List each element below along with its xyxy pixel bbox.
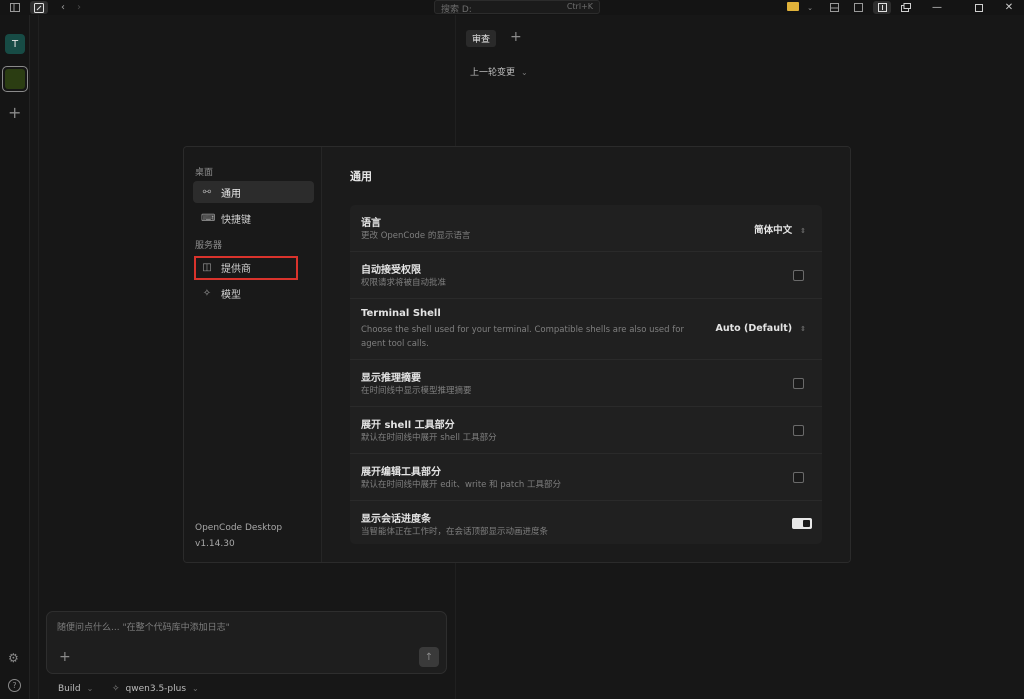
setting-row-expand-shell: 展开 shell 工具部分 默认在时间线中展开 shell 工具部分	[350, 407, 822, 454]
setting-desc: 默认在时间线中展开 edit、write 和 patch 工具部分	[361, 480, 561, 490]
sparkle-icon: ✧	[202, 287, 212, 299]
model-selector[interactable]: ✧ qwen3.5-plus ⌄	[112, 684, 199, 694]
page-title: 通用	[350, 170, 372, 183]
gear-icon[interactable]: ⚙	[8, 651, 19, 665]
project-avatar[interactable]: T	[5, 34, 25, 54]
sidebar-item-label: 通用	[221, 188, 241, 200]
setting-title: 显示会话进度条	[361, 514, 431, 525]
setting-title: 展开 shell 工具部分	[361, 420, 455, 431]
last-round-label: 上一轮变更	[470, 68, 516, 78]
setting-row-auto-accept: 自动接受权限 权限请求将被自动批准	[350, 252, 822, 299]
sparkle-icon: ✧	[112, 684, 120, 694]
chevron-down-icon: ⌄	[192, 684, 199, 693]
settings-dialog: 桌面 ⚯ 通用 ⌨ 快捷键 服务器 ◫ 提供商 ✧ 模型 OpenCode De…	[183, 146, 851, 563]
group-label-server: 服务器	[195, 241, 223, 251]
maximize-icon[interactable]	[964, 0, 994, 15]
forward-icon[interactable]: ›	[70, 1, 88, 14]
agent-label: Build	[58, 684, 81, 694]
terminal-shell-select[interactable]: Auto (Default) ⇕	[716, 323, 806, 334]
app-name: OpenCode Desktop	[195, 523, 283, 533]
agent-selector[interactable]: Build ⌄	[58, 684, 93, 694]
search-placeholder: 搜索 D:	[441, 5, 472, 15]
setting-desc: 权限请求将被自动批准	[361, 278, 447, 288]
setting-desc: 默认在时间线中展开 shell 工具部分	[361, 433, 497, 443]
updown-icon: ⇕	[800, 227, 806, 235]
sidebar-item-label: 模型	[221, 289, 241, 301]
divider	[38, 15, 39, 699]
add-project-icon[interactable]: +	[8, 103, 21, 122]
setting-title: 语言	[361, 218, 381, 229]
progress-bar-toggle[interactable]	[792, 518, 812, 529]
send-button[interactable]: ↑	[419, 647, 439, 667]
setting-row-terminal-shell: Terminal Shell Choose the shell used for…	[350, 299, 822, 360]
setting-title: 自动接受权限	[361, 265, 421, 276]
setting-desc: 在时间线中显示模型推理摘要	[361, 386, 472, 396]
project-rail: T + ⚙ ?	[0, 15, 30, 699]
chevron-down-icon[interactable]: ⌄	[801, 1, 819, 14]
sidebar-item-label: 快捷键	[221, 214, 251, 226]
app-version: v1.14.30	[195, 539, 235, 549]
select-value: 简体中文	[754, 225, 793, 236]
setting-title: 展开编辑工具部分	[361, 467, 441, 478]
expand-shell-checkbox[interactable]	[793, 425, 804, 436]
model-label: qwen3.5-plus	[125, 684, 187, 694]
group-label-desktop: 桌面	[195, 168, 214, 178]
tab-review[interactable]: 审查	[466, 30, 496, 47]
folder-icon[interactable]	[787, 2, 799, 11]
settings-card: 语言 更改 OpenCode 的显示语言 简体中文 ⇕ 自动接受权限 权限请求将被…	[350, 205, 822, 544]
add-tab-icon[interactable]: +	[510, 29, 522, 45]
sliders-icon: ⚯	[202, 186, 212, 198]
setting-desc: 更改 OpenCode 的显示语言	[361, 231, 471, 241]
updown-icon: ⇕	[800, 325, 806, 333]
help-icon[interactable]: ?	[8, 679, 21, 692]
share-icon[interactable]	[897, 1, 915, 14]
project-avatar-selected[interactable]	[2, 66, 28, 92]
chevron-down-icon: ⌄	[86, 684, 94, 693]
setting-row-progress-bar: 显示会话进度条 当智能体正在工作时，在会话顶部显示动画进度条	[350, 501, 822, 544]
review-panel-icon[interactable]	[873, 1, 891, 14]
chevron-down-icon: ⌄	[521, 68, 528, 77]
prompt-composer[interactable]: 随便问点什么... "在整个代码库中添加日志" + ↑	[46, 611, 447, 674]
select-value: Auto (Default)	[715, 323, 793, 334]
setting-title: Terminal Shell	[361, 308, 441, 319]
file-icon[interactable]	[849, 1, 867, 14]
search-input[interactable]: 搜索 D: Ctrl+K	[434, 0, 600, 15]
last-round-selector[interactable]: 上一轮变更 ⌄	[470, 65, 528, 78]
auto-accept-checkbox[interactable]	[793, 270, 804, 281]
attach-icon[interactable]: +	[59, 649, 71, 665]
new-session-icon[interactable]	[30, 1, 48, 14]
expand-edit-checkbox[interactable]	[793, 472, 804, 483]
setting-desc: 当智能体正在工作时，在会话顶部显示动画进度条	[361, 527, 549, 537]
terminal-icon[interactable]	[825, 1, 843, 14]
setting-row-language: 语言 更改 OpenCode 的显示语言 简体中文 ⇕	[350, 205, 822, 252]
setting-row-expand-edit: 展开编辑工具部分 默认在时间线中展开 edit、write 和 patch 工具…	[350, 454, 822, 501]
highlight-annotation	[194, 256, 298, 280]
title-bar: ‹ › 搜索 D: Ctrl+K ⌄ — ✕	[0, 0, 1024, 15]
close-icon[interactable]: ✕	[994, 0, 1024, 15]
settings-content: 通用 语言 更改 OpenCode 的显示语言 简体中文 ⇕ 自动接受权限 权限请…	[322, 147, 850, 562]
sidebar-toggle-icon[interactable]	[6, 1, 24, 14]
keyboard-icon: ⌨	[201, 212, 216, 224]
sidebar-item-models[interactable]: ✧ 模型	[193, 282, 314, 304]
sidebar-item-shortcuts[interactable]: ⌨ 快捷键	[193, 207, 314, 229]
reasoning-summary-checkbox[interactable]	[793, 378, 804, 389]
search-shortcut: Ctrl+K	[566, 2, 593, 11]
settings-sidebar: 桌面 ⚯ 通用 ⌨ 快捷键 服务器 ◫ 提供商 ✧ 模型 OpenCode De…	[184, 147, 322, 562]
setting-desc: Choose the shell used for your terminal.…	[361, 325, 684, 349]
minimize-icon[interactable]: —	[922, 0, 952, 15]
setting-row-reasoning-summary: 显示推理摘要 在时间线中显示模型推理摘要	[350, 360, 822, 407]
setting-title: 显示推理摘要	[361, 373, 421, 384]
sidebar-item-general[interactable]: ⚯ 通用	[193, 181, 314, 203]
prompt-placeholder: 随便问点什么... "在整个代码库中添加日志"	[57, 623, 230, 633]
language-select[interactable]: 简体中文 ⇕	[754, 222, 806, 236]
